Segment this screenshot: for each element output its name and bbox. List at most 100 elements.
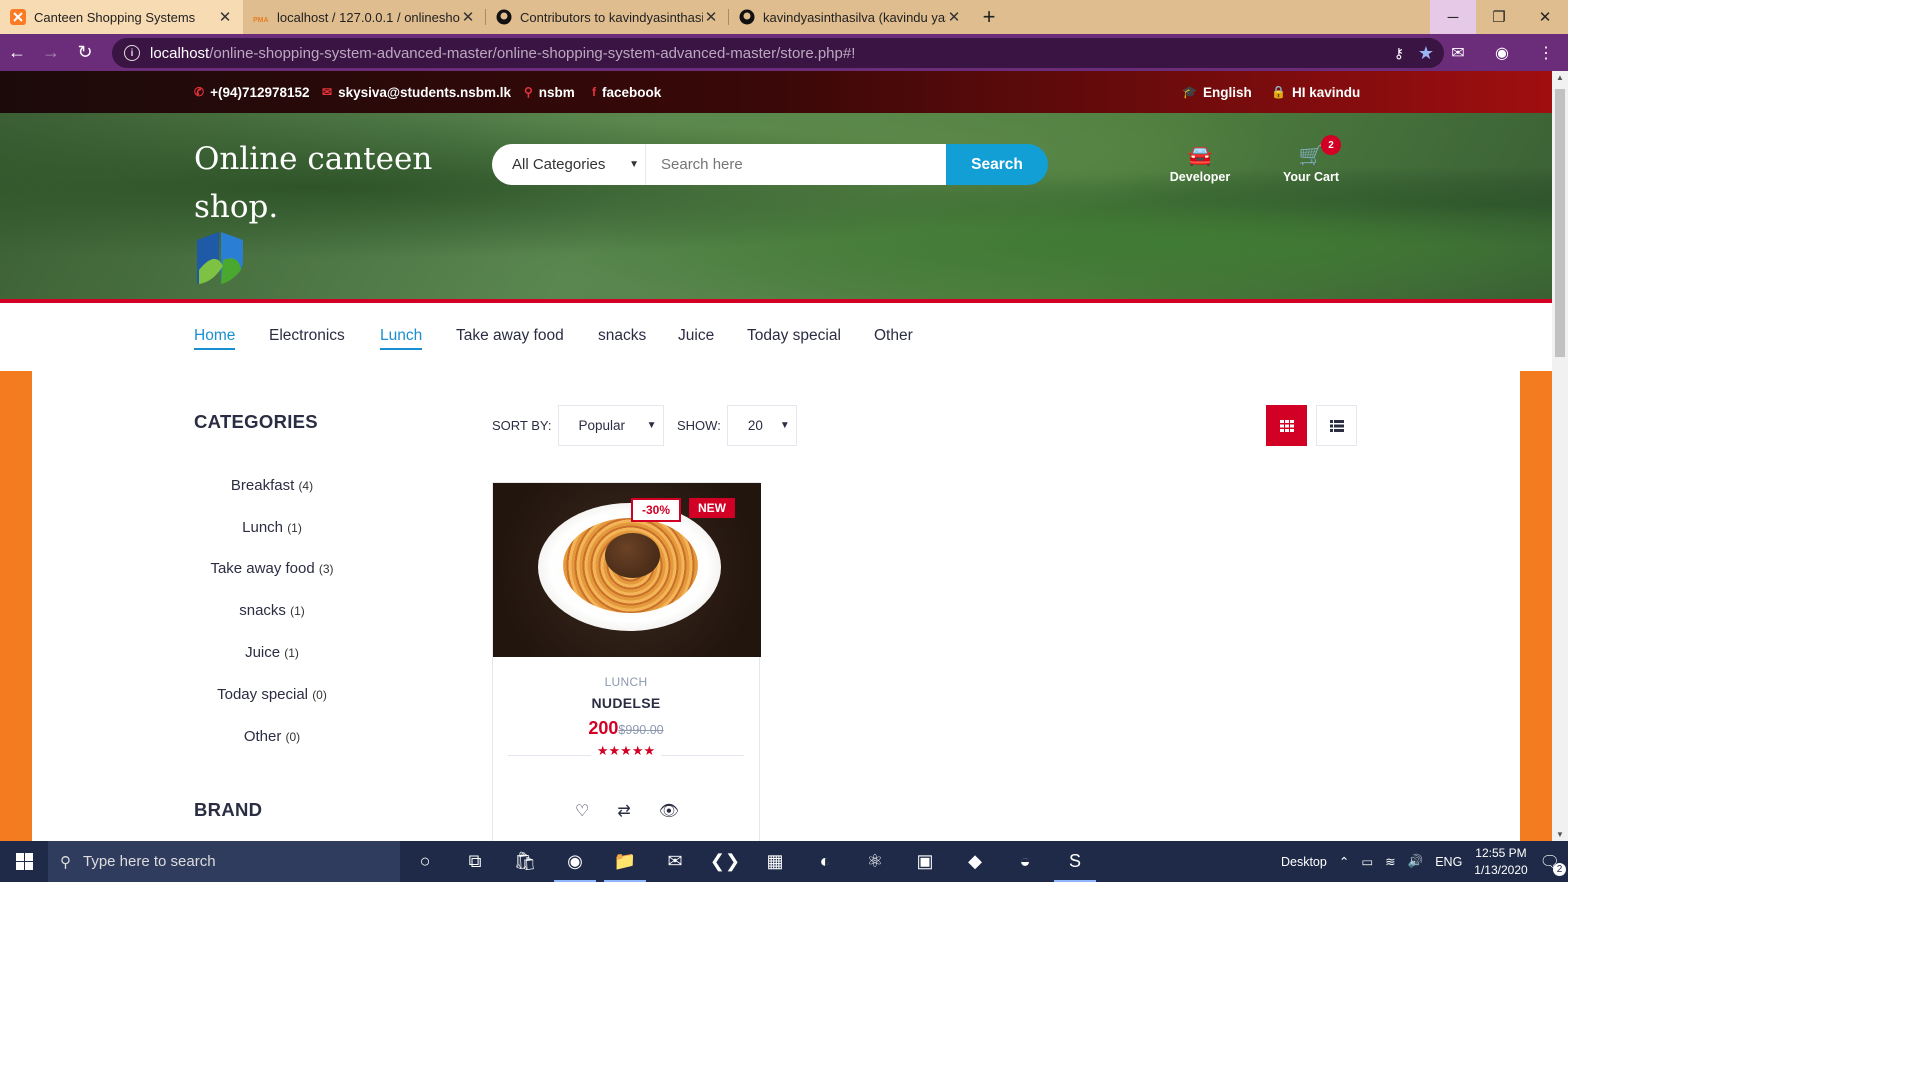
category-other[interactable]: Other (0)	[194, 728, 350, 745]
store-icon[interactable]: 🛍	[500, 841, 550, 882]
cortana-icon[interactable]: ○	[400, 841, 450, 882]
taskbar-search[interactable]: ⚲ Type here to search	[48, 841, 400, 882]
restore-button[interactable]: ❐	[1476, 0, 1522, 34]
product-card[interactable]: -30% NEW LUNCH NUDELSE 200$990.00 ★★★★★ …	[492, 482, 761, 841]
minimize-button[interactable]: ─	[1430, 0, 1476, 34]
key-icon[interactable]: ⚷	[1394, 45, 1404, 62]
cart-link[interactable]: 🛒 2 Your Cart	[1271, 135, 1351, 184]
file-explorer-icon[interactable]: 📁	[600, 841, 650, 882]
eye-icon[interactable]: 👁	[659, 801, 679, 821]
developer-link[interactable]: 🚘 Developer	[1160, 143, 1240, 184]
mail-extension-icon[interactable]: ✉	[1436, 43, 1480, 63]
location-link[interactable]: ⚲ nsbm	[524, 85, 575, 100]
category-count: (4)	[298, 479, 314, 493]
close-tab-icon[interactable]: ✕	[703, 8, 719, 26]
nav-juice[interactable]: Juice	[678, 327, 714, 348]
grid-view-button[interactable]	[1266, 405, 1307, 446]
product-name[interactable]: NUDELSE	[493, 695, 759, 711]
nav-take-away-food[interactable]: Take away food	[456, 327, 564, 348]
category-today-special[interactable]: Today special (0)	[194, 686, 350, 703]
scroll-down-icon[interactable]: ▼	[1556, 830, 1564, 839]
category-name: Juice	[245, 644, 281, 661]
tab-github-profile[interactable]: kavindyasinthasilva (kavindu yasi ✕	[729, 0, 972, 34]
compare-arrows-icon[interactable]: ⇄	[617, 801, 630, 821]
volume-icon[interactable]: 🔊	[1408, 854, 1424, 869]
firefox-icon[interactable]: ◐	[800, 841, 850, 882]
desktop-toolbar-label[interactable]: Desktop	[1281, 855, 1327, 869]
nav-home[interactable]: Home	[194, 327, 236, 350]
top-contact-bar: ✆ +(94)712978152 ✉ skysiva@students.nsbm.l…	[0, 71, 1552, 113]
tab-canteen[interactable]: Canteen Shopping Systems ✕	[0, 0, 243, 34]
office-icon[interactable]: ▦	[750, 841, 800, 882]
page-scrollbar[interactable]: ▲ ▼	[1552, 71, 1568, 841]
nav-electronics[interactable]: Electronics	[269, 327, 345, 348]
back-button[interactable]: ←	[0, 34, 34, 71]
menu-kebab-icon[interactable]: ⋮	[1524, 43, 1568, 63]
facebook-link[interactable]: f facebook	[592, 85, 661, 100]
sublime-text-icon[interactable]: S	[1050, 841, 1100, 882]
product-image[interactable]: -30% NEW	[493, 483, 761, 657]
info-icon[interactable]: i	[124, 45, 140, 61]
task-view-icon[interactable]: ⧉	[450, 841, 500, 882]
search-button[interactable]: Search	[946, 144, 1048, 185]
mail-icon[interactable]: ✉	[650, 841, 700, 882]
close-tab-icon[interactable]: ✕	[460, 8, 476, 26]
nav-lunch[interactable]: Lunch	[380, 327, 423, 350]
category-count: (1)	[284, 646, 299, 660]
url-bar[interactable]: i localhost/online-shopping-system-advan…	[112, 38, 1444, 68]
new-tab-button[interactable]: +	[972, 0, 1006, 34]
category-take-away-food[interactable]: Take away food (3)	[194, 560, 350, 577]
clock[interactable]: 12:55 PM 1/13/2020	[1474, 845, 1527, 879]
reload-button[interactable]: ↻	[68, 34, 102, 71]
email-link[interactable]: ✉ skysiva@students.nsbm.lk	[322, 85, 511, 100]
scroll-up-icon[interactable]: ▲	[1556, 73, 1564, 82]
search-input[interactable]	[646, 144, 946, 185]
phone-link[interactable]: ✆ +(94)712978152	[194, 85, 310, 100]
chrome-icon[interactable]: ◉	[550, 841, 600, 882]
language-indicator[interactable]: ENG	[1435, 855, 1462, 869]
category-count: (0)	[312, 688, 327, 702]
profile-avatar[interactable]: ◉	[1480, 43, 1524, 63]
category-juice[interactable]: Juice (1)	[194, 644, 350, 661]
windows-taskbar: ⚲ Type here to search ○ ⧉ 🛍 ◉ 📁 ✉ ❮❯ ▦ ◐…	[0, 841, 1568, 882]
grid-icon	[1279, 419, 1294, 432]
wifi-icon[interactable]: ≋	[1385, 854, 1395, 869]
bookmark-star-icon[interactable]: ★	[1418, 43, 1434, 64]
terminal-icon[interactable]: ▣	[900, 841, 950, 882]
nav-today-special[interactable]: Today special	[747, 327, 841, 348]
scroll-thumb[interactable]	[1555, 89, 1565, 357]
windows-start-button[interactable]	[0, 841, 48, 882]
vscode-icon[interactable]: ❮❯	[700, 841, 750, 882]
atom-icon[interactable]: ⚛	[850, 841, 900, 882]
language-link[interactable]: 🎓 English	[1182, 85, 1252, 100]
category-lunch[interactable]: Lunch (1)	[194, 519, 350, 536]
close-window-button[interactable]: ✕	[1522, 0, 1568, 34]
product-price: 200$990.00	[493, 718, 759, 739]
show-select[interactable]: 20 ▼	[726, 405, 797, 446]
forward-button[interactable]: →	[34, 34, 68, 71]
heart-icon[interactable]: ♡	[575, 801, 589, 821]
sort-control: SORT BY: Popular ▼	[492, 405, 664, 446]
sort-select[interactable]: Popular ▼	[557, 405, 664, 446]
close-tab-icon[interactable]: ✕	[946, 8, 962, 26]
notification-center-icon[interactable]: 🗨 2	[1540, 852, 1566, 876]
github-icon	[496, 9, 512, 25]
tab-phpmyadmin[interactable]: PMA localhost / 127.0.0.1 / onlineshop ✕	[243, 0, 486, 34]
page-viewport: ✆ +(94)712978152 ✉ skysiva@students.nsbm.l…	[0, 71, 1568, 841]
nav-other[interactable]: Other	[874, 327, 913, 348]
category-select[interactable]: All Categories ▼	[492, 144, 646, 185]
android-studio-icon[interactable]: ◒	[1000, 841, 1050, 882]
tab-github-contributors[interactable]: Contributors to kavindyasinthasil ✕	[486, 0, 729, 34]
category-snacks[interactable]: snacks (1)	[194, 602, 350, 619]
user-link[interactable]: 🔒 HI kavindu	[1271, 85, 1360, 100]
list-view-button[interactable]	[1316, 405, 1357, 446]
git-icon[interactable]: ◆	[950, 841, 1000, 882]
shop-title[interactable]: Online canteen shop.	[194, 135, 434, 231]
xampp-icon	[10, 9, 26, 25]
category-breakfast[interactable]: Breakfast (4)	[194, 477, 350, 494]
nav-snacks[interactable]: snacks	[598, 327, 646, 348]
close-tab-icon[interactable]: ✕	[217, 8, 233, 26]
battery-icon[interactable]: ▭	[1361, 854, 1373, 869]
language-text: English	[1202, 84, 1252, 100]
chevron-up-icon[interactable]: ⌃	[1339, 854, 1349, 869]
